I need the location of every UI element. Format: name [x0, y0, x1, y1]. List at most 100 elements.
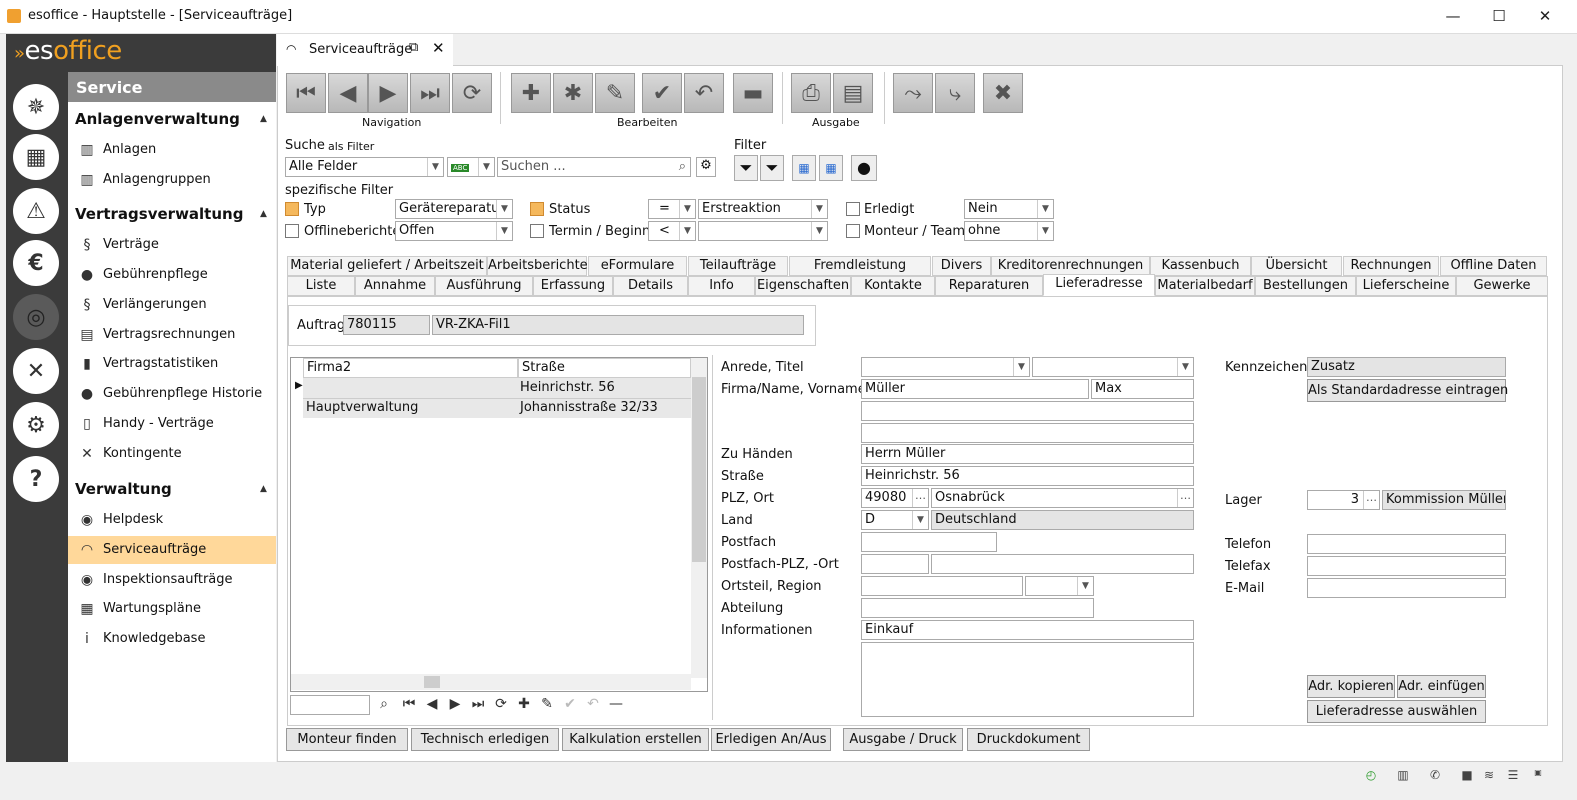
column-header-strasse[interactable]: Straße	[518, 358, 691, 378]
collapse-arrow-icon[interactable]: ▲	[260, 209, 267, 219]
tab-erfassung[interactable]: Erfassung	[533, 276, 613, 296]
maximize-icon[interactable]: ☐	[1476, 0, 1522, 32]
section-vertragsverwaltung[interactable]: Vertragsverwaltung	[75, 205, 243, 223]
termin-checkbox[interactable]	[530, 224, 544, 238]
table-row[interactable]: Hauptverwaltung Johannisstraße 32/33	[303, 398, 691, 418]
tab-fremdleistung[interactable]: Fremdleistung	[789, 256, 931, 276]
nav-add-icon[interactable]: ✚	[514, 696, 534, 712]
erledigen-an-aus-button[interactable]: Erledigen An/Aus	[711, 728, 831, 751]
add-multiple-button[interactable]: ✱	[553, 73, 593, 113]
doc-tab[interactable]: ◠ Serviceaufträge ⧉ ✕	[277, 34, 453, 66]
set-default-address-button[interactable]: Als Standardadresse eintragen	[1307, 379, 1508, 402]
postfach-plz-input[interactable]	[861, 554, 929, 574]
phone-icon[interactable]: ✆	[1427, 768, 1443, 784]
filter-table-icon[interactable]: ▦	[792, 155, 816, 181]
scrollbar-thumb[interactable]	[692, 377, 706, 562]
tools-icon[interactable]: ✕	[13, 348, 59, 394]
monteur-finden-button[interactable]: Monteur finden	[286, 728, 408, 751]
status-operator-select[interactable]: = ▼	[648, 199, 696, 219]
database-icon[interactable]: ≋	[1481, 768, 1497, 784]
previous-record-button[interactable]: ◀	[328, 73, 368, 113]
sidebar-item-verträge[interactable]: § Verträge	[68, 231, 276, 259]
tab-kontakte[interactable]: Kontakte	[851, 276, 935, 296]
anrede-select[interactable]: ▼	[861, 357, 1030, 377]
sidebar-item-anlagen[interactable]: ▥ Anlagen	[68, 136, 276, 164]
status-select[interactable]: Erstreaktion ▼	[698, 199, 828, 219]
close-record-button[interactable]: ✖	[983, 73, 1023, 113]
erledigt-select[interactable]: Nein ▼	[964, 199, 1054, 219]
monteur-select[interactable]: ohne ▼	[964, 221, 1054, 241]
nav-last-icon[interactable]: ⏭	[468, 696, 488, 712]
filter-check-icon[interactable]: ⏷	[760, 155, 784, 181]
tab-materialbedarf[interactable]: Materialbedarf	[1155, 276, 1255, 296]
popout-icon[interactable]: ⧉	[409, 40, 418, 55]
sidebar-item-knowledgebase[interactable]: i Knowledgebase	[68, 625, 276, 653]
add-button[interactable]: ✚	[511, 73, 551, 113]
sidebar-item-serviceaufträge[interactable]: ◠ Serviceaufträge	[68, 536, 276, 564]
kalkulation-erstellen-button[interactable]: Kalkulation erstellen	[562, 728, 709, 751]
user-filter-icon[interactable]: ●	[851, 155, 877, 181]
tab-kreditorenrechnungen[interactable]: Kreditorenrechnungen	[991, 256, 1150, 276]
save-button[interactable]: ✔	[642, 73, 682, 113]
nav-save-icon[interactable]: ✔	[560, 696, 580, 712]
vorname-input[interactable]: Max	[1091, 379, 1194, 399]
copy-address-button[interactable]: Adr. kopieren	[1307, 675, 1395, 698]
nav-undo-icon[interactable]: ↶	[583, 696, 603, 712]
building-icon[interactable]: ▥	[1395, 768, 1411, 784]
undo-button[interactable]: ↶	[684, 73, 724, 113]
tab-reparaturen[interactable]: Reparaturen	[935, 276, 1043, 296]
tab-übersicht[interactable]: Übersicht	[1251, 256, 1342, 276]
search-field-select[interactable]: Alle Felder ▼	[285, 157, 444, 177]
termin-operator-select[interactable]: < ▼	[648, 221, 696, 241]
sidebar-item-wartungspläne[interactable]: ▦ Wartungspläne	[68, 595, 276, 623]
tab-rechnungen[interactable]: Rechnungen	[1343, 256, 1439, 276]
as-filter-label[interactable]: als Filter	[328, 140, 374, 153]
ausgabe-druck-button[interactable]: Ausgabe / Druck	[843, 728, 963, 751]
print-button[interactable]: ⎙	[791, 73, 831, 113]
minimize-icon[interactable]: —	[1430, 0, 1476, 32]
select-delivery-address-button[interactable]: Lieferadresse auswählen	[1307, 700, 1486, 723]
plan-icon[interactable]: ▦	[13, 134, 59, 180]
close-icon[interactable]: ✕	[1522, 0, 1568, 32]
tab-lieferadresse[interactable]: Lieferadresse	[1043, 274, 1155, 296]
sidebar-item-verlängerungen[interactable]: § Verlängerungen	[68, 291, 276, 319]
tab-eformulare[interactable]: eFormulare	[588, 256, 687, 276]
search-icon[interactable]: ⌕	[679, 159, 686, 174]
telefax-input[interactable]	[1307, 556, 1506, 576]
lager-input[interactable]: 3…	[1307, 490, 1380, 510]
tab-material-geliefert-arbeitszeit[interactable]: Material geliefert / Arbeitszeit	[287, 256, 487, 276]
delete-button[interactable]: ▬	[733, 73, 773, 113]
lock-icon[interactable]: ■	[1459, 768, 1475, 784]
abteilung-input[interactable]	[861, 598, 1094, 618]
sidebar-item-gebührenpflege-historie[interactable]: ● Gebührenpflege Historie	[68, 380, 276, 408]
edit-button[interactable]: ✎	[595, 73, 635, 113]
tab-liste[interactable]: Liste	[287, 276, 355, 296]
erledigt-checkbox[interactable]	[846, 202, 860, 216]
strasse-input[interactable]: Heinrichstr. 56	[861, 466, 1194, 486]
tab-details[interactable]: Details	[613, 276, 688, 296]
sidebar-item-vertragstatistiken[interactable]: ▮ Vertragstatistiken	[68, 350, 276, 378]
sidebar-item-helpdesk[interactable]: ◉ Helpdesk	[68, 506, 276, 534]
close-tab-icon[interactable]: ✕	[432, 39, 445, 57]
email-input[interactable]	[1307, 578, 1506, 598]
postfach-ort-input[interactable]	[931, 554, 1194, 574]
sidebar-item-inspektionsaufträge[interactable]: ◉ Inspektionsaufträge	[68, 566, 276, 594]
first-record-button[interactable]: ⏮	[286, 73, 326, 113]
nav-prev-icon[interactable]: ◀	[422, 696, 442, 712]
tab-annahme[interactable]: Annahme	[355, 276, 435, 296]
headset-icon[interactable]: ◎	[13, 294, 59, 340]
zuhaenden-input[interactable]: Herrn Müller	[861, 444, 1194, 464]
monteur-checkbox[interactable]	[846, 224, 860, 238]
grid-search-input[interactable]	[290, 695, 370, 715]
technisch-erledigen-button[interactable]: Technisch erledigen	[411, 728, 559, 751]
last-record-button[interactable]: ⏭	[410, 73, 450, 113]
tab-offline-daten[interactable]: Offline Daten	[1440, 256, 1547, 276]
nav-first-icon[interactable]: ⏮	[399, 696, 419, 712]
ort-input[interactable]: Osnabrück…	[931, 488, 1194, 508]
name2-input[interactable]	[861, 401, 1194, 421]
section-verwaltung[interactable]: Verwaltung	[75, 480, 172, 498]
list-icon[interactable]: ☰	[1505, 768, 1521, 784]
tab-divers[interactable]: Divers	[932, 256, 991, 276]
tab-teilaufträge[interactable]: Teilaufträge	[688, 256, 788, 276]
search-input[interactable]: Suchen ... ⌕	[497, 157, 691, 177]
